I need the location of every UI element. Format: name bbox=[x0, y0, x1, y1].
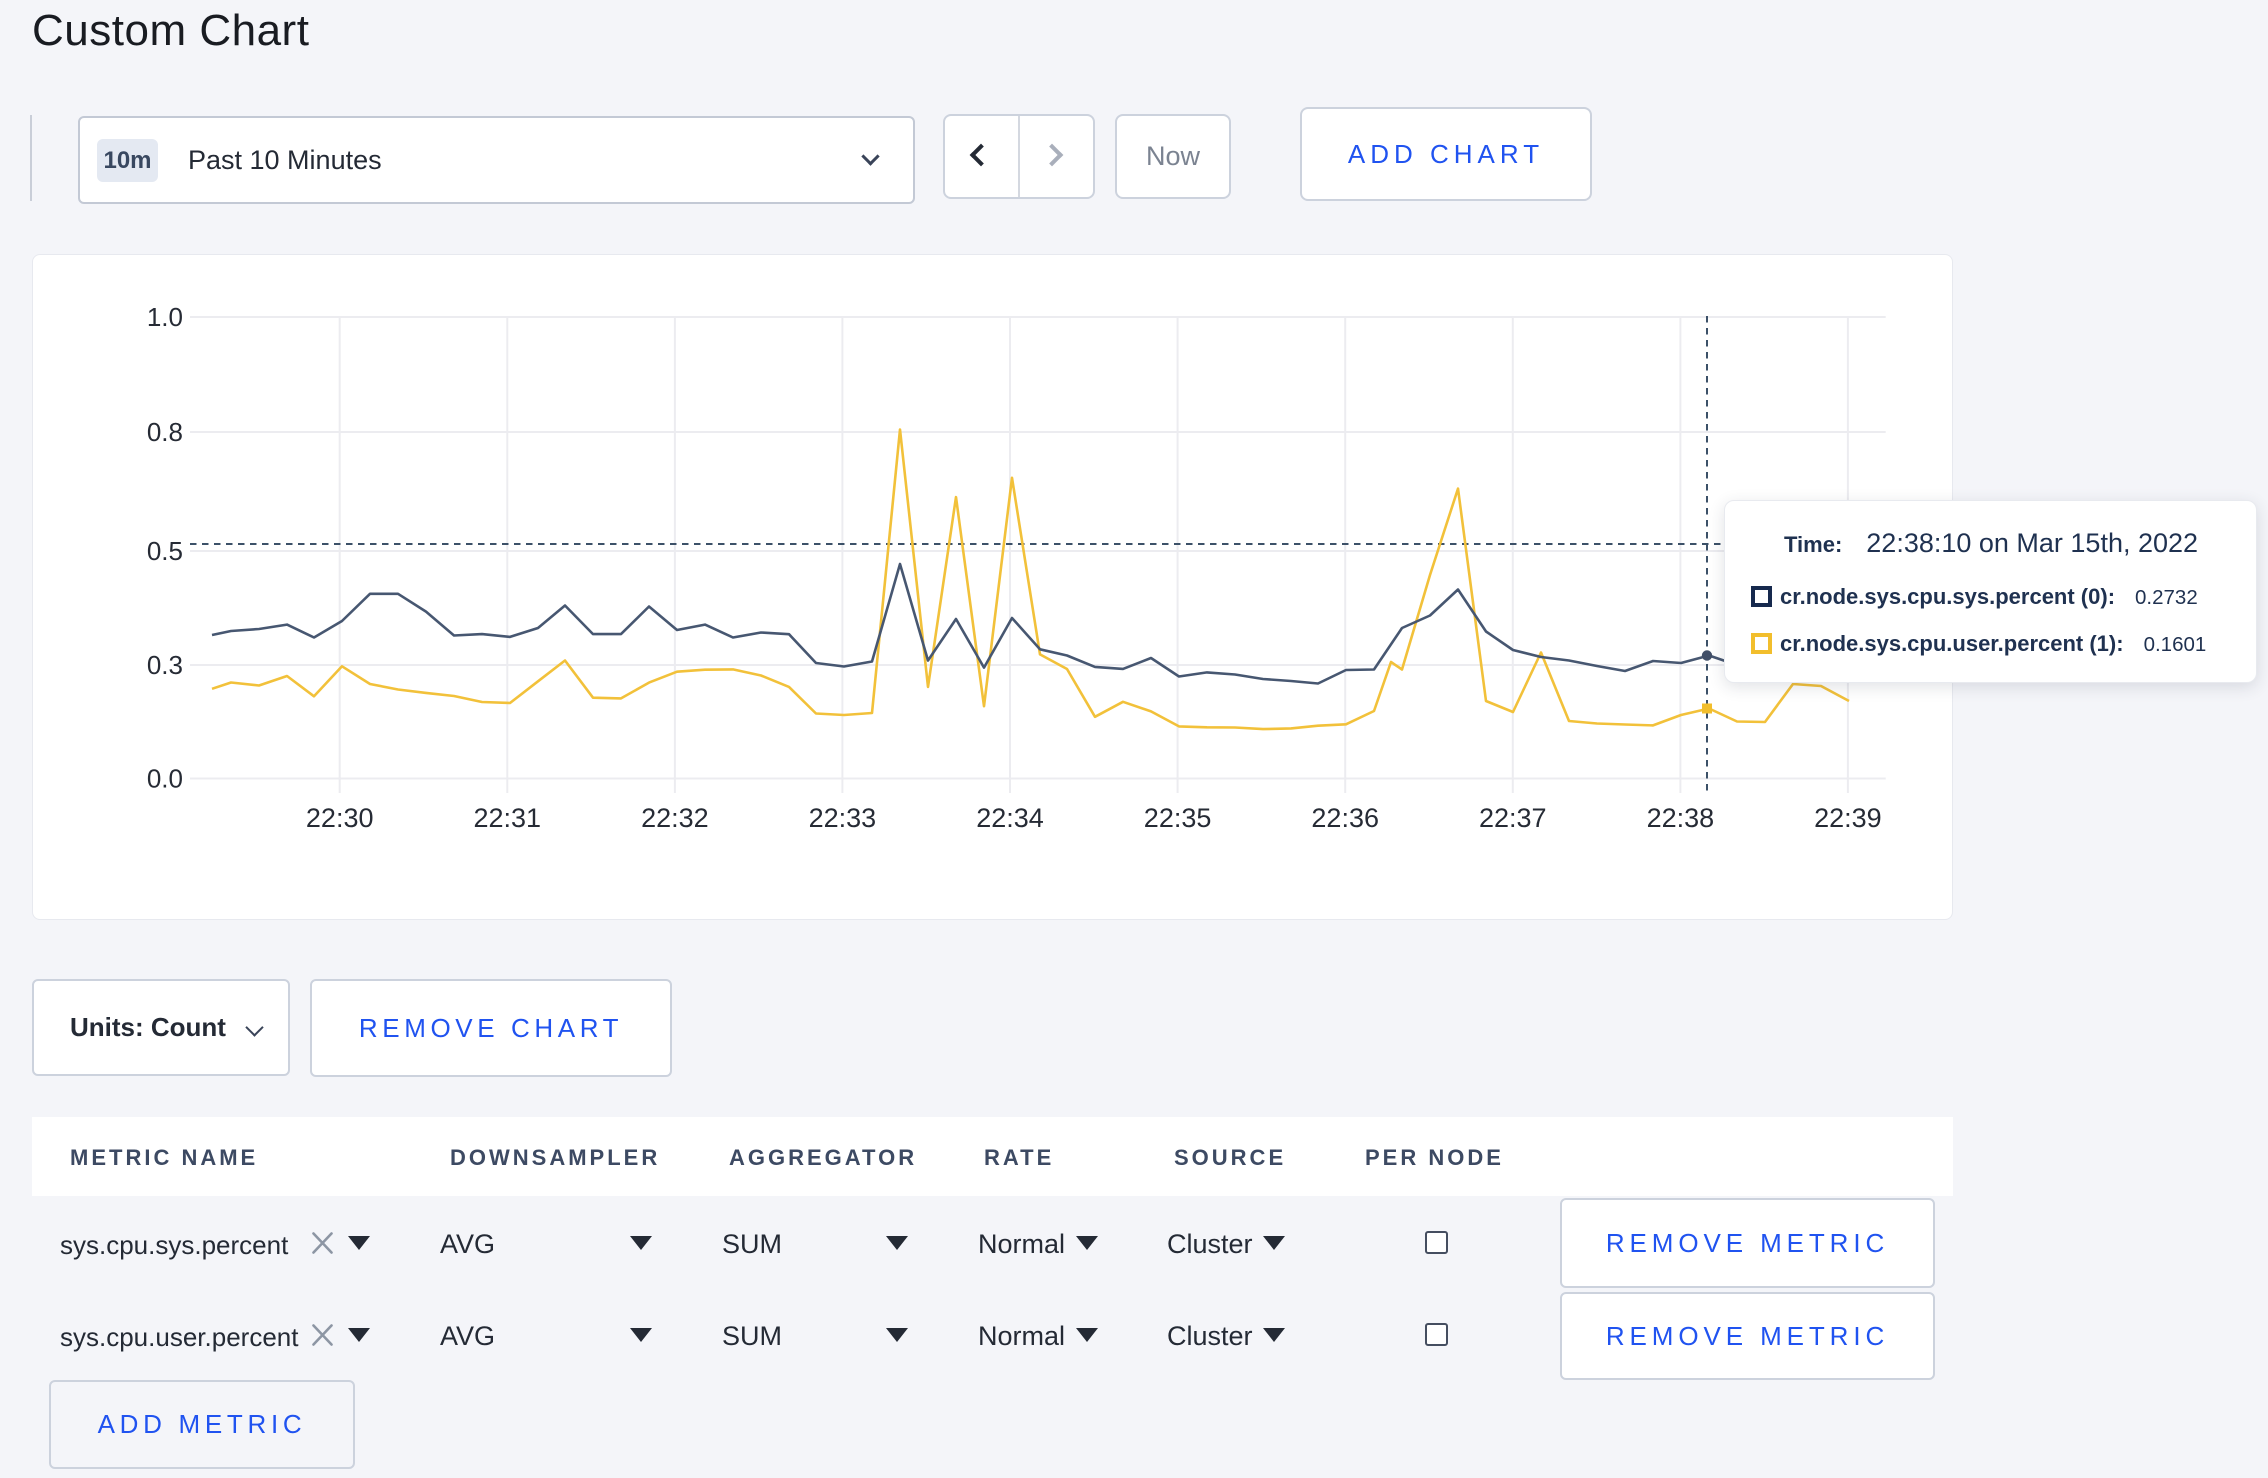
svg-text:22:30: 22:30 bbox=[306, 803, 374, 833]
svg-text:22:33: 22:33 bbox=[809, 803, 877, 833]
svg-text:0.5: 0.5 bbox=[147, 536, 183, 566]
svg-text:22:31: 22:31 bbox=[474, 803, 542, 833]
svg-text:22:34: 22:34 bbox=[976, 803, 1044, 833]
svg-text:0.0: 0.0 bbox=[147, 764, 183, 794]
svg-text:22:39: 22:39 bbox=[1814, 803, 1882, 833]
svg-text:22:38: 22:38 bbox=[1647, 803, 1715, 833]
svg-text:22:35: 22:35 bbox=[1144, 803, 1212, 833]
svg-text:0.3: 0.3 bbox=[147, 650, 183, 680]
svg-text:22:37: 22:37 bbox=[1479, 803, 1547, 833]
svg-text:0.8: 0.8 bbox=[147, 417, 183, 447]
svg-text:22:32: 22:32 bbox=[641, 803, 709, 833]
svg-text:1.0: 1.0 bbox=[147, 302, 183, 332]
svg-text:22:36: 22:36 bbox=[1311, 803, 1379, 833]
